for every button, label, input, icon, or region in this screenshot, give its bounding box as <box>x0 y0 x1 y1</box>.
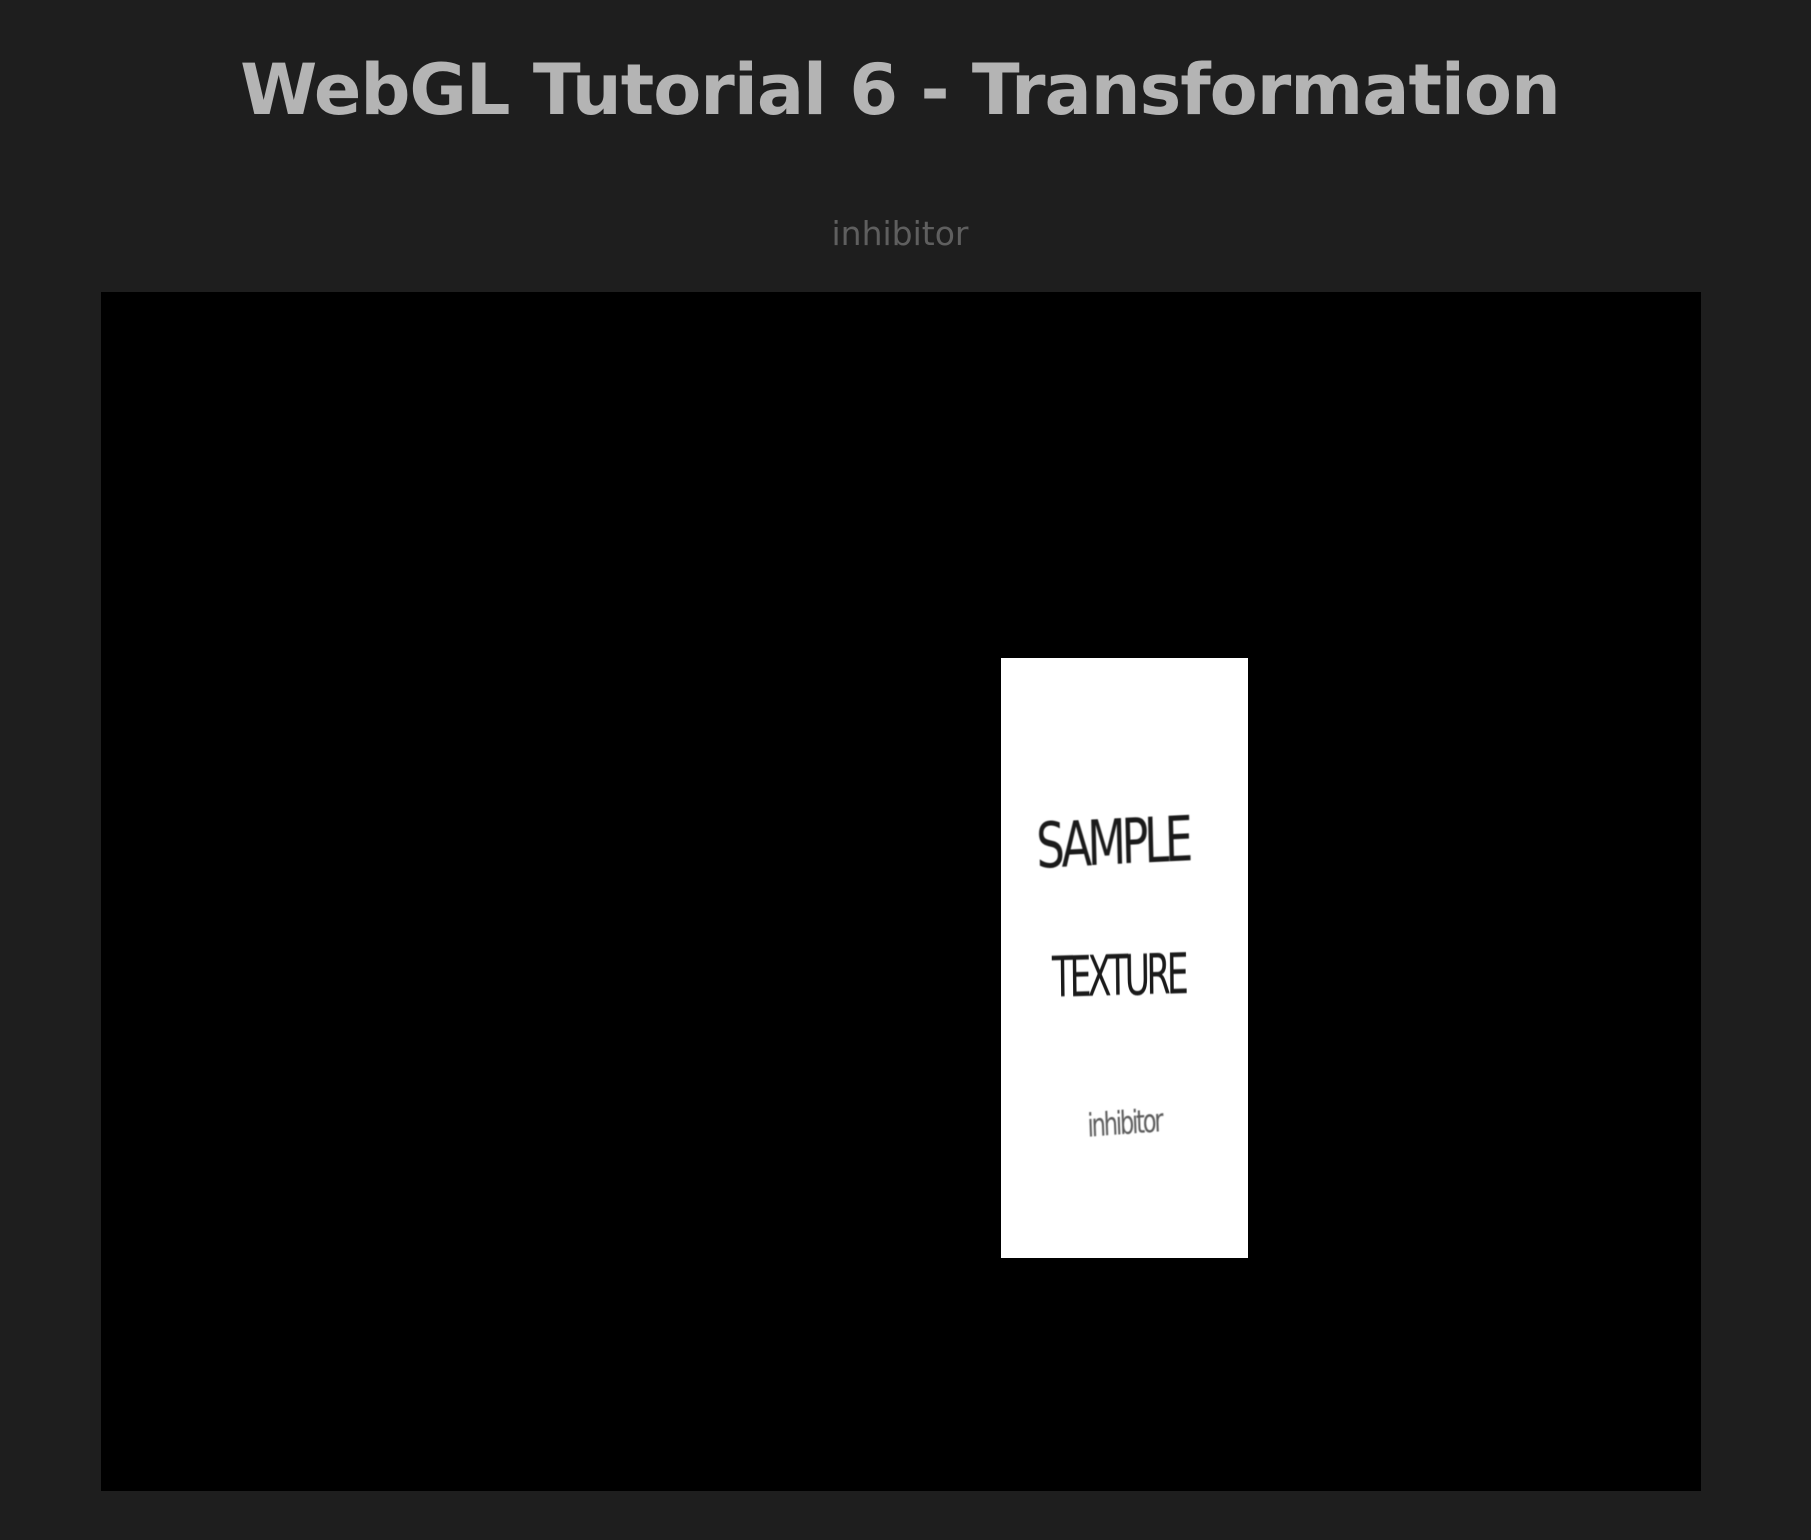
texture-text-sample: SAMPLE <box>1035 802 1190 883</box>
textured-quad: SAMPLE TEXTURE inhibitor <box>1001 658 1248 1258</box>
texture-text-author: inhibitor <box>1086 1101 1163 1145</box>
author-name: inhibitor <box>831 214 969 253</box>
page-title: WebGL Tutorial 6 - Transformation <box>240 49 1561 131</box>
texture-text-texture: TEXTURE <box>1051 942 1186 1011</box>
webgl-canvas[interactable]: SAMPLE TEXTURE inhibitor <box>101 292 1701 1491</box>
